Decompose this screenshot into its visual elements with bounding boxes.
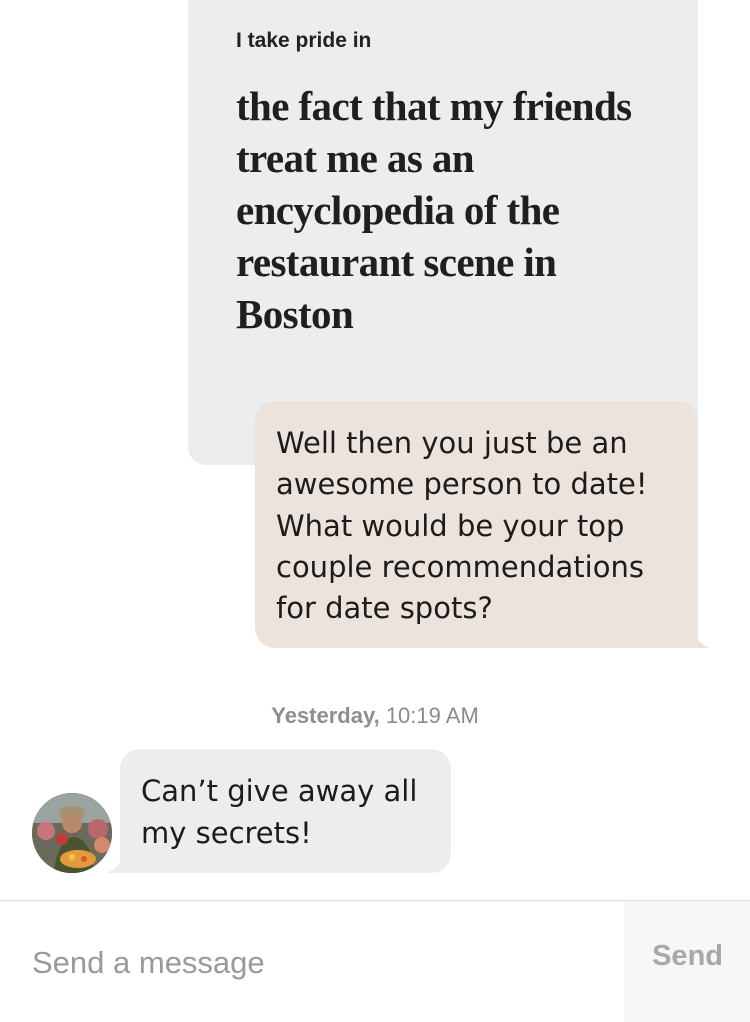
prompt-question: I take pride in <box>236 29 372 52</box>
chat-screen: I take pride in the fact that my friends… <box>0 0 750 1022</box>
incoming-message-bubble[interactable]: Can’t give away all my secrets! <box>120 749 451 873</box>
outgoing-message-bubble[interactable]: Well then you just be an awesome person … <box>255 401 698 648</box>
match-avatar[interactable] <box>32 793 112 873</box>
incoming-bubble-tail <box>106 845 126 873</box>
timestamp-time: 10:19 AM <box>385 703 479 728</box>
message-input[interactable] <box>32 938 592 988</box>
message-timestamp: Yesterday, 10:19 AM <box>0 703 750 729</box>
send-button[interactable]: Send <box>652 940 723 973</box>
prompt-answer: the fact that my friends treat me as an … <box>236 83 632 337</box>
send-area: Send <box>624 901 750 1022</box>
profile-prompt-card[interactable]: I take pride in the fact that my friends… <box>188 0 698 465</box>
timestamp-day: Yesterday, <box>271 703 380 728</box>
outgoing-bubble-tail <box>690 620 710 648</box>
profile-photo-avatar-icon <box>32 793 112 873</box>
message-composer: Send <box>0 900 750 1022</box>
